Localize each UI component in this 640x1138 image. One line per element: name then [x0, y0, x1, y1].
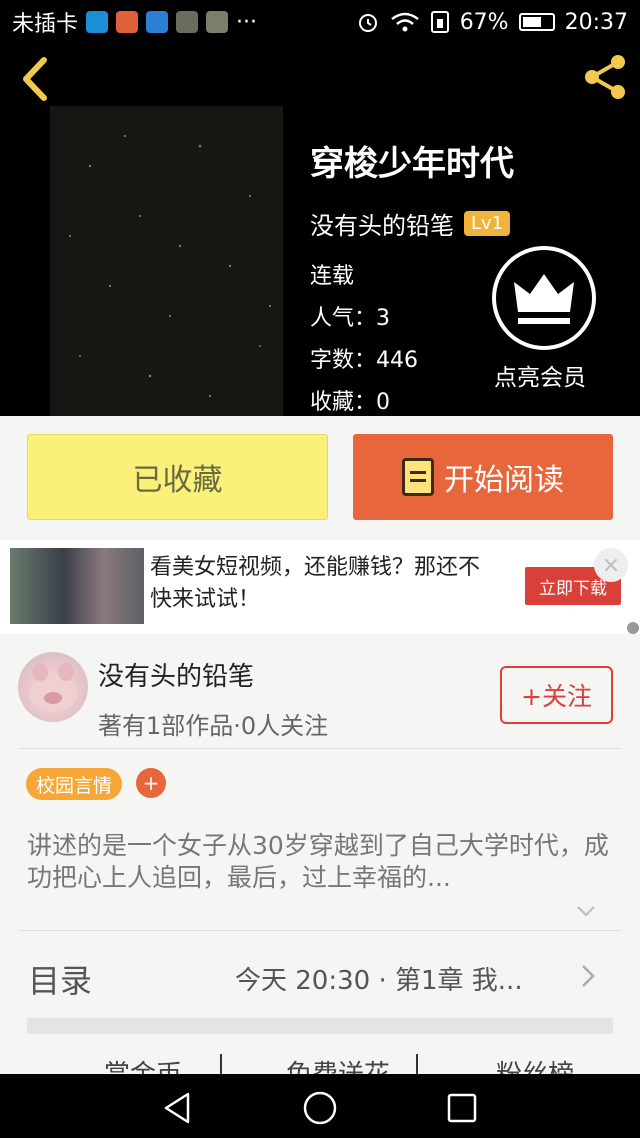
ad-info-icon[interactable]	[627, 622, 639, 634]
book-author[interactable]: 没有头的铅笔	[310, 206, 454, 241]
collected-button[interactable]: 已收藏	[27, 434, 328, 520]
book-summary[interactable]: 讲述的是一个女子从30岁穿越到了自己大学时代，成功把心上人追回，最后，过上幸福的…	[27, 830, 617, 894]
health-app-icon	[86, 11, 109, 33]
word-count-row: 字数：446	[310, 348, 419, 373]
author-card: 没有头的铅笔 著有1部作品·0人关注 +关注	[0, 634, 640, 748]
book-cover[interactable]	[50, 106, 283, 416]
more-notifications-icon: ···	[236, 9, 257, 35]
alarm-icon	[358, 14, 377, 32]
book-author-row: 没有头的铅笔 Lv1	[310, 206, 511, 241]
book-icon	[402, 458, 434, 496]
wifi-icon	[390, 12, 419, 32]
photo-thumbnail-icon-2	[206, 11, 229, 33]
vip-button[interactable]	[492, 246, 596, 350]
ad-thumbnail	[10, 548, 144, 624]
book-header: 穿梭少年时代 没有头的铅笔 Lv1 连载 人气：3 字数：446 收藏：0 点亮…	[0, 44, 640, 416]
chevron-right-icon	[582, 965, 595, 987]
clock: 20:37	[564, 9, 628, 35]
gallery-app-icon	[146, 11, 169, 33]
action-buttons: 已收藏 开始阅读	[0, 416, 640, 540]
vip-label[interactable]: 点亮会员	[494, 358, 586, 392]
popularity-row: 人气：3	[310, 306, 391, 331]
author-level-badge: Lv1	[464, 211, 511, 236]
start-reading-button[interactable]: 开始阅读	[353, 434, 613, 520]
nav-back-icon[interactable]	[160, 1090, 196, 1126]
section-divider-bar	[27, 1018, 613, 1034]
ad-close-icon[interactable]: ×	[594, 548, 628, 582]
latest-chapter: 今天 20:30 · 第1章 我...	[235, 966, 523, 996]
toc-row[interactable]: 目录 今天 20:30 · 第1章 我...	[0, 932, 640, 1018]
fan-ranking-tab[interactable]: 粉丝榜	[496, 1054, 574, 1074]
tab-separator	[220, 1054, 222, 1074]
battery-percent: 67%	[459, 9, 509, 35]
ad-banner[interactable]: 看美女短视频，还能赚钱？那还不快来试试！ 立即下载	[0, 540, 640, 634]
favorites-row: 收藏：0	[310, 390, 391, 415]
divider	[18, 748, 622, 749]
popularity-value: 3	[376, 306, 391, 331]
pig-avatar-image	[29, 663, 77, 712]
author-stats: 著有1部作品·0人关注	[98, 712, 329, 740]
status-bar: 未插卡 ··· 67% 20:37	[0, 0, 640, 44]
cover-starfield	[69, 135, 272, 398]
sim-icon	[430, 11, 449, 33]
author-name[interactable]: 没有头的铅笔	[98, 656, 254, 693]
share-icon[interactable]	[580, 52, 630, 102]
tab-separator-2	[416, 1054, 418, 1074]
follow-button[interactable]: +关注	[500, 666, 613, 724]
book-title: 穿梭少年时代	[310, 144, 514, 184]
divider-2	[18, 930, 622, 931]
chevron-down-icon[interactable]	[575, 900, 597, 922]
ad-text: 看美女短视频，还能赚钱？那还不快来试试！	[150, 555, 481, 612]
toc-label: 目录	[28, 962, 93, 1000]
reward-coins-tab[interactable]: 赏金币	[104, 1054, 182, 1074]
favorites-value: 0	[376, 390, 391, 415]
start-reading-label: 开始阅读	[444, 463, 564, 498]
crown-icon	[514, 274, 574, 324]
free-flowers-tab[interactable]: 免费送花	[286, 1054, 390, 1074]
book-status: 连载	[310, 264, 355, 289]
avatar[interactable]	[18, 652, 88, 722]
nav-recents-icon[interactable]	[446, 1092, 478, 1124]
add-tag-button[interactable]: +	[136, 768, 166, 798]
chat-app-icon	[116, 11, 139, 33]
word-count-value: 446	[376, 348, 419, 373]
carrier-text: 未插卡	[12, 12, 79, 37]
battery-icon	[518, 13, 555, 31]
back-arrow-icon[interactable]	[14, 54, 54, 104]
photo-thumbnail-icon	[176, 11, 199, 33]
system-nav-bar	[0, 1074, 640, 1138]
genre-tag[interactable]: 校园言情	[26, 768, 123, 800]
reward-tabs: 赏金币 免费送花 粉丝榜	[0, 1048, 640, 1074]
nav-home-icon[interactable]	[302, 1090, 338, 1126]
